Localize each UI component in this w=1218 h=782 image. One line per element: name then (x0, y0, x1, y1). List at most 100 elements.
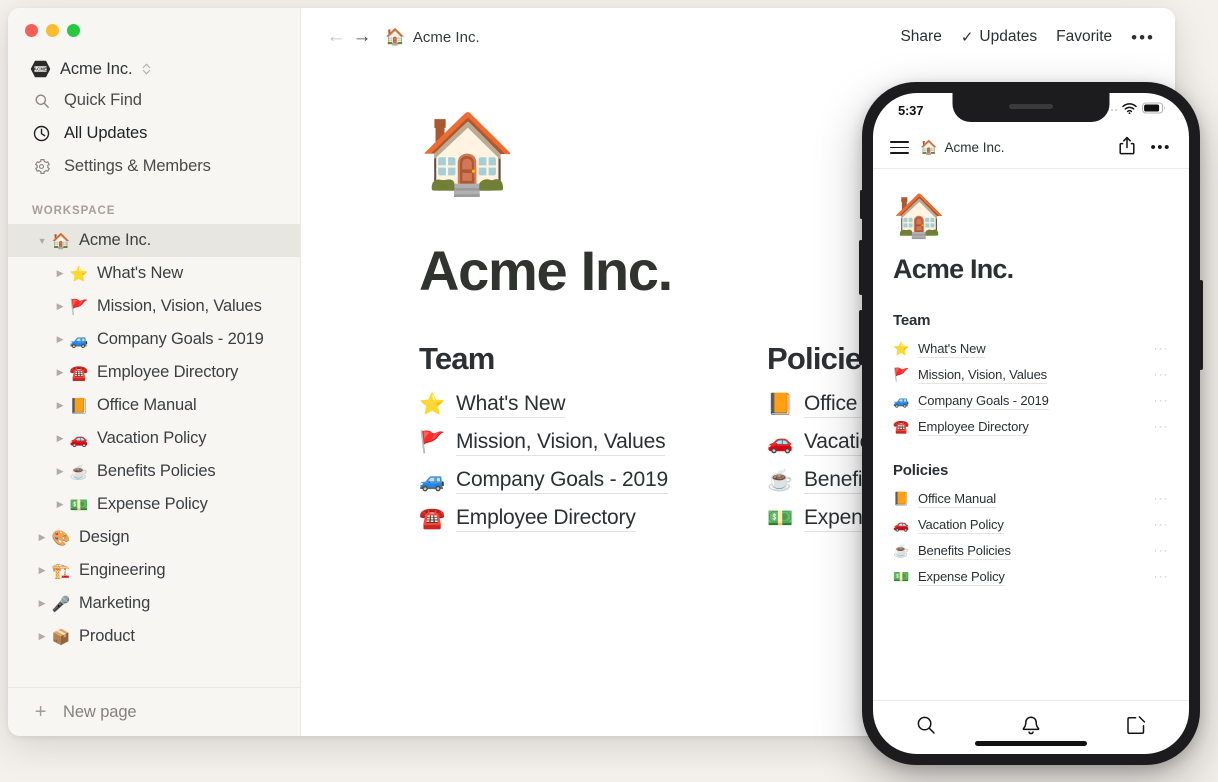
page-link-row[interactable]: ⭐ What's New (419, 386, 767, 424)
gear-icon (32, 158, 51, 175)
breadcrumb[interactable]: 🏠 Acme Inc. (385, 27, 480, 47)
chevron-right-icon[interactable]: ▶ (52, 334, 68, 345)
row-more-options-icon[interactable]: ··· (1154, 369, 1169, 381)
chevron-right-icon[interactable]: ▶ (52, 433, 68, 444)
chevron-down-icon[interactable]: ▼ (34, 236, 50, 246)
phone-page-link-label[interactable]: Mission, Vision, Values (918, 367, 1047, 384)
phone-power-button[interactable] (1199, 280, 1203, 370)
tab-compose[interactable] (1084, 715, 1189, 740)
tab-notifications[interactable] (978, 715, 1083, 741)
bell-icon (1021, 715, 1041, 741)
phone-page-link-row[interactable]: 📙 Office Manual ··· (893, 486, 1169, 512)
row-more-options-icon[interactable]: ··· (1154, 395, 1169, 407)
sidebar-tree-item[interactable]: ▶ ☎️ Employee Directory (8, 356, 300, 389)
page-emoji-icon: ☎️ (69, 364, 89, 382)
sidebar-tree-item-label: Product (79, 627, 135, 645)
sidebar-tree-item[interactable]: ▶ ⭐ What's New (8, 257, 300, 290)
hamburger-icon[interactable] (890, 140, 909, 155)
chevron-right-icon[interactable]: ▶ (34, 598, 50, 609)
page-link-label[interactable]: Mission, Vision, Values (456, 430, 666, 456)
favorite-button[interactable]: Favorite (1056, 28, 1112, 46)
new-page-button[interactable]: + New page (8, 687, 300, 736)
tab-search[interactable] (873, 715, 978, 740)
back-arrow-icon[interactable]: ← (323, 24, 349, 50)
sidebar-tree-item[interactable]: ▶ 🚩 Mission, Vision, Values (8, 290, 300, 323)
chevron-right-icon[interactable]: ▶ (52, 367, 68, 378)
more-options-icon[interactable]: ••• (1131, 29, 1155, 46)
phone-section-heading: Team (893, 312, 931, 329)
sidebar-tree-item[interactable]: ▶ ☕ Benefits Policies (8, 455, 300, 488)
zoom-button[interactable] (67, 24, 80, 37)
chevron-right-icon[interactable]: ▶ (34, 565, 50, 576)
phone-page-link-label[interactable]: Benefits Policies (918, 543, 1011, 560)
row-more-options-icon[interactable]: ··· (1154, 421, 1169, 433)
phone-topbar: 🏠 Acme Inc. ••• (873, 127, 1189, 169)
chevron-right-icon[interactable]: ▶ (52, 400, 68, 411)
sidebar-tree-item[interactable]: ▶ 🏗️ Engineering (8, 554, 300, 587)
page-link-label[interactable]: Company Goals - 2019 (456, 468, 668, 494)
chevron-right-icon[interactable]: ▶ (52, 466, 68, 477)
phone-page-link-row[interactable]: ☕ Benefits Policies ··· (893, 538, 1169, 564)
phone-page-link-label[interactable]: Company Goals - 2019 (918, 393, 1049, 410)
updates-button[interactable]: ✓ Updates (961, 28, 1037, 46)
forward-arrow-icon[interactable]: → (349, 24, 375, 50)
minimize-button[interactable] (46, 24, 59, 37)
sidebar-tree-item-label: Expense Policy (97, 495, 208, 513)
sidebar-item-all-updates[interactable]: All Updates (8, 117, 300, 150)
page-link-row[interactable]: ☎️ Employee Directory (419, 500, 767, 538)
phone-home-indicator[interactable] (975, 741, 1087, 746)
sidebar-tree-item[interactable]: ▶ 🚙 Company Goals - 2019 (8, 323, 300, 356)
status-time: 5:37 (898, 102, 924, 118)
status-indicators (1102, 101, 1167, 119)
chevron-right-icon[interactable]: ▶ (52, 499, 68, 510)
page-link-row[interactable]: 🚩 Mission, Vision, Values (419, 424, 767, 462)
page-link-label[interactable]: What's New (456, 392, 566, 418)
sidebar-tree-item[interactable]: ▶ 🎤 Marketing (8, 587, 300, 620)
sidebar-item-settings-members[interactable]: Settings & Members (8, 150, 300, 183)
close-button[interactable] (25, 24, 38, 37)
phone-page-link-row[interactable]: 💵 Expense Policy ··· (893, 564, 1169, 590)
phone-page-link-row[interactable]: 🚗 Vacation Policy ··· (893, 512, 1169, 538)
phone-page-link-label[interactable]: Vacation Policy (918, 517, 1004, 534)
phone-page-icon: 🏠 (893, 192, 946, 239)
phone-more-options-icon[interactable]: ••• (1150, 140, 1171, 155)
chevron-right-icon[interactable]: ▶ (52, 268, 68, 279)
row-more-options-icon[interactable]: ··· (1154, 519, 1169, 531)
page-emoji-icon: ☕ (893, 543, 910, 558)
page-link-row[interactable]: 🚙 Company Goals - 2019 (419, 462, 767, 500)
phone-volume-up-button[interactable] (859, 240, 863, 295)
phone-page-link-row[interactable]: ⭐ What's New ··· (893, 336, 1169, 362)
phone-page-link-row[interactable]: 🚙 Company Goals - 2019 ··· (893, 388, 1169, 414)
chevron-right-icon[interactable]: ▶ (52, 301, 68, 312)
sidebar-tree-item[interactable]: ▶ 🚗 Vacation Policy (8, 422, 300, 455)
sidebar-tree-item[interactable]: ▶ 🎨 Design (8, 521, 300, 554)
wifi-icon (1122, 101, 1137, 119)
phone-page-link-row[interactable]: ☎️ Employee Directory ··· (893, 414, 1169, 440)
share-icon[interactable] (1119, 136, 1135, 160)
chevron-right-icon[interactable]: ▶ (34, 532, 50, 543)
page-link-label[interactable]: Employee Directory (456, 506, 636, 532)
workspace-switcher[interactable]: ACME Acme Inc. (8, 54, 300, 84)
phone-breadcrumb[interactable]: 🏠 Acme Inc. (920, 139, 1004, 156)
phone-page-link-row[interactable]: 🚩 Mission, Vision, Values ··· (893, 362, 1169, 388)
phone-page-link-label[interactable]: What's New (918, 341, 986, 358)
phone-page-link-label[interactable]: Employee Directory (918, 419, 1029, 436)
phone-page-link-label[interactable]: Office Manual (918, 491, 996, 508)
page-emoji-icon: 📙 (767, 393, 793, 416)
row-more-options-icon[interactable]: ··· (1154, 571, 1169, 583)
sidebar-tree-item-label: Employee Directory (97, 363, 239, 381)
phone-mute-switch[interactable] (860, 190, 863, 219)
sidebar-tree-item[interactable]: ▶ 💵 Expense Policy (8, 488, 300, 521)
row-more-options-icon[interactable]: ··· (1154, 545, 1169, 557)
sidebar-tree-item[interactable]: ▶ 📦 Product (8, 620, 300, 653)
chevron-right-icon[interactable]: ▶ (34, 631, 50, 642)
share-button[interactable]: Share (900, 28, 941, 46)
sidebar-tree-item-label: Marketing (79, 594, 151, 612)
sidebar-item-quick-find[interactable]: Quick Find (8, 84, 300, 117)
phone-volume-down-button[interactable] (859, 310, 863, 365)
sidebar-tree-item[interactable]: ▼ 🏠 Acme Inc. (8, 224, 300, 257)
phone-page-link-label[interactable]: Expense Policy (918, 569, 1005, 586)
sidebar-tree-item[interactable]: ▶ 📙 Office Manual (8, 389, 300, 422)
row-more-options-icon[interactable]: ··· (1154, 493, 1169, 505)
row-more-options-icon[interactable]: ··· (1154, 343, 1169, 355)
